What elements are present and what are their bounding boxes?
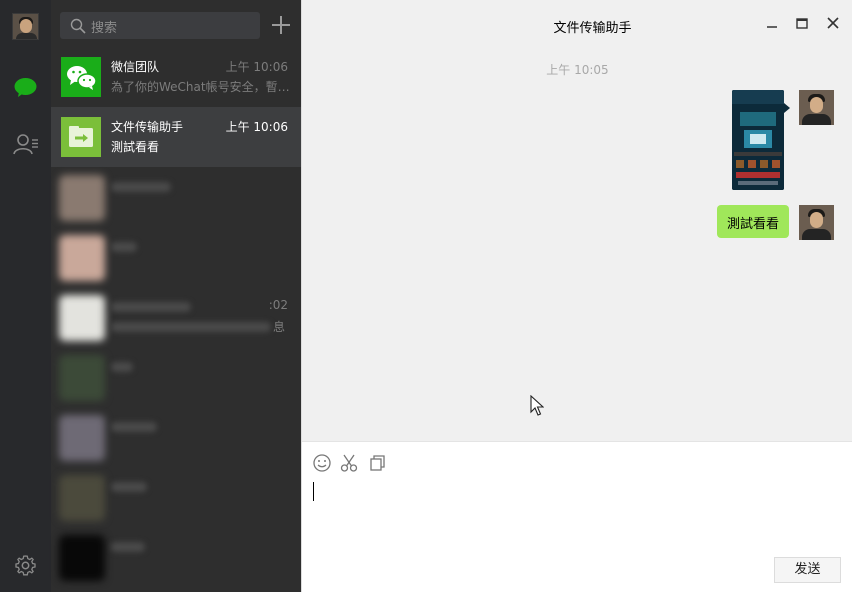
plus-icon[interactable] [270, 14, 292, 36]
image-bubble-tail [784, 103, 790, 113]
search-icon [70, 18, 86, 34]
contacts-icon[interactable] [12, 131, 39, 158]
chat-name: 文件传输助手 [111, 120, 184, 134]
settings-icon[interactable] [12, 552, 39, 579]
blurred-text [111, 542, 145, 552]
chat-time: :02 [268, 298, 288, 312]
text-bubble-tail [782, 216, 788, 226]
message-timestamp: 上午 10:05 [546, 63, 609, 77]
mouse-cursor-icon [530, 395, 544, 416]
blurred-avatar [59, 475, 105, 521]
chat-preview: 息 [273, 320, 286, 334]
blurred-text [111, 322, 271, 332]
chat-list-panel: 搜索 微信团队 上午 10:06 為了你的WeChat帳号安全，暫… 文件传输助… [51, 0, 301, 592]
search-box[interactable]: 搜索 [60, 12, 260, 39]
chat-item-blurred[interactable] [51, 167, 301, 227]
blurred-avatar [59, 175, 105, 221]
blurred-avatar [59, 535, 105, 581]
blurred-text [111, 242, 137, 252]
image-message[interactable] [732, 90, 784, 190]
chat-item-blurred[interactable] [51, 227, 301, 287]
blurred-avatar [59, 415, 105, 461]
chat-preview: 測試看看 [111, 140, 160, 154]
nav-rail [0, 0, 51, 592]
wechat-team-avatar [61, 57, 101, 97]
chat-item-file-transfer[interactable]: 文件传输助手 上午 10:06 測試看看 [51, 107, 301, 167]
my-avatar[interactable] [799, 205, 834, 240]
message-composer[interactable]: 发送 [302, 441, 852, 592]
blurred-text [111, 182, 171, 192]
blurred-text [111, 482, 147, 492]
search-placeholder: 搜索 [91, 21, 118, 36]
text-caret [313, 482, 314, 501]
maximize-icon[interactable] [795, 16, 809, 30]
emoji-icon[interactable] [312, 453, 332, 473]
text-message-bubble[interactable]: 測試看看 [716, 205, 789, 238]
conversation-pane: 文件传输助手 上午 10:05 測試看看 发送 [301, 0, 852, 592]
blurred-text [111, 422, 157, 432]
chat-icon[interactable] [12, 74, 39, 101]
file-transfer-avatar [61, 117, 101, 157]
blurred-avatar [59, 235, 105, 281]
blurred-text [111, 302, 191, 312]
chat-time: 上午 10:06 [225, 60, 288, 74]
chat-item-blurred[interactable] [51, 347, 301, 407]
minimize-icon[interactable] [765, 16, 779, 30]
chat-item-blurred[interactable] [51, 407, 301, 467]
blurred-avatar [59, 355, 105, 401]
image-thumbnail [732, 90, 784, 190]
file-icon[interactable] [367, 453, 387, 473]
chat-preview: 為了你的WeChat帳号安全，暫… [111, 80, 289, 94]
chat-item-blurred[interactable] [51, 467, 301, 527]
send-button[interactable]: 发送 [774, 557, 841, 583]
my-avatar[interactable] [12, 13, 39, 40]
blurred-avatar [59, 295, 105, 341]
chat-time: 上午 10:06 [225, 120, 288, 134]
close-icon[interactable] [826, 16, 840, 30]
blurred-text [111, 362, 133, 372]
chat-item-wechat-team[interactable]: 微信团队 上午 10:06 為了你的WeChat帳号安全，暫… [51, 47, 301, 107]
chat-item-blurred[interactable] [51, 527, 301, 587]
chat-name: 微信团队 [111, 60, 160, 74]
my-avatar[interactable] [799, 90, 834, 125]
scissors-icon[interactable] [339, 453, 359, 473]
chat-item-blurred[interactable]: :02 息 [51, 287, 301, 347]
